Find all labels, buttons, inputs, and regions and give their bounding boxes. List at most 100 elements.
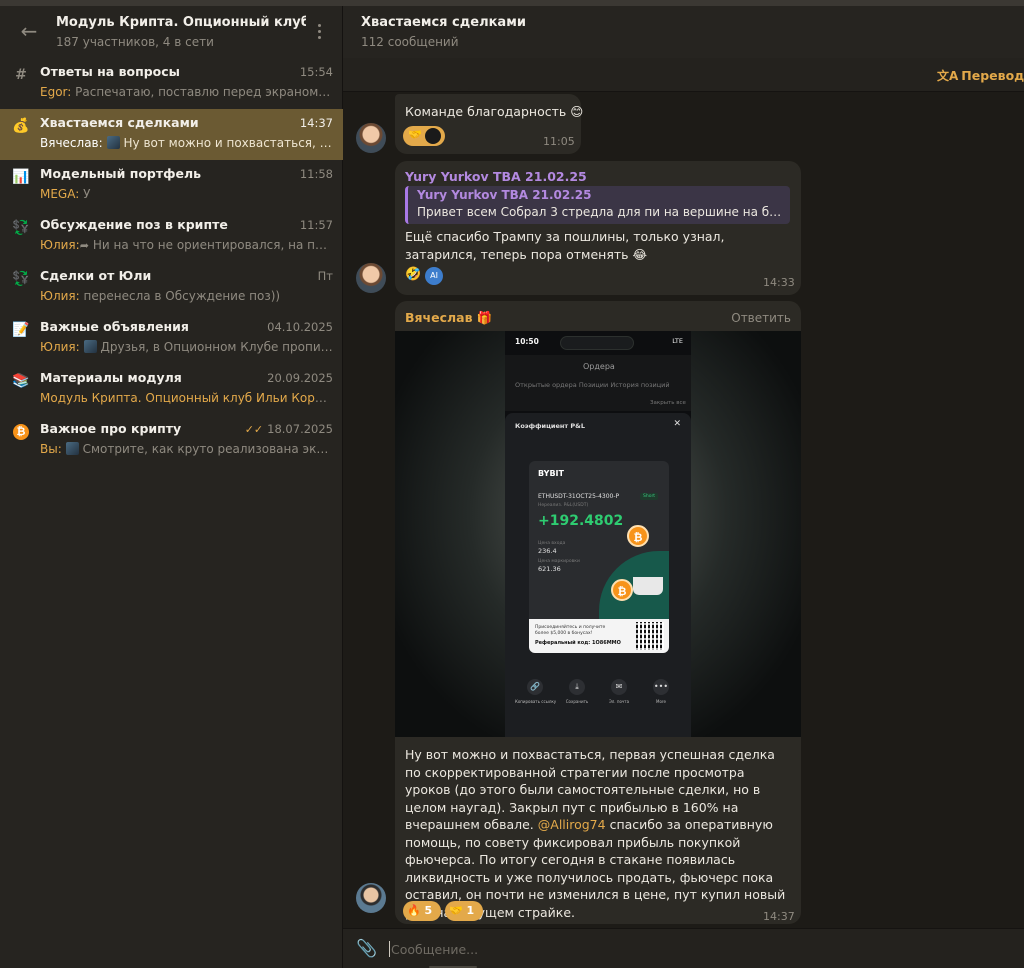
topic-item-crypto-positions[interactable]: 💱 Обсуждение поз в крипте 11:57 Юлия:➦ Ни… (0, 211, 343, 262)
currency-exchange-icon: 💱 (12, 220, 30, 236)
message-bubble[interactable]: Вячеслав 🎁 Ответить 10:50 LTE Ордера Отк… (395, 301, 801, 924)
action-label: Эл. почта (608, 699, 630, 704)
topic-time: Пт (317, 269, 333, 283)
ai-badge-icon: AI (425, 267, 444, 285)
double-check-icon: ✓✓ (244, 423, 264, 436)
back-arrow-icon[interactable]: ← (18, 20, 40, 42)
message-text: Ну вот можно и похвастаться, первая успе… (405, 746, 791, 921)
topic-preview: Юлия: Друзья, в Опционном Клубе прописа.… (40, 340, 333, 354)
action-label: Сохранить (565, 699, 589, 704)
translate-label: Перевод (а (961, 68, 1024, 83)
message-text: Команде благодарность 😊 (405, 104, 584, 119)
bitcoin-coin-icon: ₿ (627, 525, 649, 547)
topics-sidebar: ← Модуль Крипта. Опционный клуб Ил... 18… (0, 6, 343, 968)
message-count: 112 сообщений (361, 35, 459, 49)
hashtag-icon: # (15, 67, 27, 83)
action-label: More (656, 699, 666, 704)
phone-tabs: Открытые ордера Позиции История позиций (515, 381, 670, 389)
reply-quote[interactable]: Yury Yurkov TBA 21.02.25 Привет всем Соб… (405, 186, 790, 224)
topic-item-materials[interactable]: 📚 Материалы модуля 20.09.2025 Модуль Кри… (0, 364, 343, 415)
phone-dynamic-island (560, 336, 634, 350)
preview-sender: MEGA: (40, 187, 80, 201)
translate-button[interactable]: 文AПеревод (а (937, 67, 1024, 84)
preview-text: Распечатаю, поставлю перед экраном, оче.… (75, 85, 333, 99)
entry-label: Цена входа (538, 541, 566, 546)
avatar[interactable] (356, 123, 386, 153)
group-members-count: 187 участников, 4 в сети (56, 35, 214, 49)
topic-item-answers[interactable]: # Ответы на вопросы 15:54 Egor: Распечат… (0, 58, 343, 109)
bybit-logo: BYBIT (538, 469, 564, 478)
preview-sender: Вы: (40, 442, 62, 456)
pnl-label: Нереализ. P&L(USDT) (538, 503, 589, 508)
message-photo[interactable]: 10:50 LTE Ордера Открытые ордера Позиции… (395, 331, 801, 737)
topic-time-value: 18.07.2025 (267, 422, 333, 436)
group-title[interactable]: Модуль Крипта. Опционный клуб Ил... (56, 15, 306, 30)
bitcoin-coin-icon: ₿ (611, 579, 633, 601)
more-menu-icon[interactable] (312, 22, 326, 42)
preview-sender: Юлия: (40, 238, 80, 252)
topic-item-yulia-deals[interactable]: 💱 Сделки от Юли Пт Юлия: перенесла в Обс… (0, 262, 343, 313)
paperclip-icon[interactable]: 📎 (356, 939, 377, 959)
referral-strip: Присоединяйтесь и получите более $5,000 … (529, 619, 669, 653)
topic-time: 15:54 (299, 65, 333, 79)
preview-sender: Юлия: (40, 340, 80, 354)
topic-preview: Юлия: перенесла в Обсуждение поз)) (40, 289, 333, 303)
entry-value: 236.4 (538, 547, 557, 555)
preview-text: Ну вот можно и похвастаться, пер... (123, 136, 334, 150)
topic-item-model-portfolio[interactable]: 📊 Модельный портфель 11:58 MEGA: У (0, 160, 343, 211)
message-input[interactable] (391, 937, 991, 961)
message-author[interactable]: Yury Yurkov TBA 21.02.25 (405, 169, 587, 184)
author-name: Вячеслав (405, 310, 473, 325)
reaction-fire[interactable]: 🔥 5 (403, 901, 441, 921)
chat-title: Хвастаемся сделками (361, 15, 526, 30)
preview-text: Ни на что не ориентировался, на проб... (92, 238, 333, 252)
save-action: ⤓ Сохранить (557, 679, 597, 704)
preview-text: Смотрите, как круто реализована экспи... (82, 442, 333, 456)
reaction-row[interactable]: 🤣 AI (405, 267, 444, 287)
topic-preview: Модуль Крипта. Опционный клуб Ильи Коров… (40, 391, 333, 405)
topic-item-crypto-important[interactable]: ₿ Важное про крипту ✓✓ 18.07.2025 Вы: Смо… (0, 415, 343, 466)
message-bubble[interactable]: Yury Yurkov TBA 21.02.25 Yury Yurkov TBA… (395, 161, 801, 295)
forward-arrow-icon: ➦ (79, 239, 89, 252)
avatar[interactable] (356, 883, 386, 913)
memo-icon: 📝 (12, 322, 30, 338)
reactor-avatar (425, 128, 441, 144)
message-text: Ещё спасибо Трампу за пошлины, только уз… (405, 229, 725, 262)
topic-preview: Вы: Смотрите, как круто реализована эксп… (40, 442, 333, 456)
reaction-handshake[interactable]: 🤝 (403, 126, 445, 146)
topic-name: Важные объявления (40, 319, 189, 334)
handshake-icon: 🤝 (408, 128, 422, 141)
more-dots-icon: ••• (653, 679, 669, 695)
text-cursor (389, 941, 390, 957)
reply-button[interactable]: Ответить (731, 311, 791, 325)
phone-network: LTE (672, 337, 683, 345)
currency-exchange-icon: 💱 (12, 271, 30, 287)
books-icon: 📚 (12, 373, 30, 389)
topic-time: 20.09.2025 (267, 371, 333, 385)
rofl-emoji-icon: 🤣 (405, 267, 422, 282)
topic-preview: Юлия:➦ Ни на что не ориентировался, на пр… (40, 238, 333, 252)
topic-item-announcements[interactable]: 📝 Важные объявления 04.10.2025 Юлия: Дру… (0, 313, 343, 364)
avatar[interactable] (356, 263, 386, 293)
chat-header[interactable]: Хвастаемся сделками 112 сообщений (343, 6, 1024, 58)
more-action: ••• More (641, 679, 681, 704)
bitcoin-icon: ₿ (13, 424, 29, 440)
preview-sender: Вячеслав: (40, 136, 103, 150)
chat-panel: Хвастаемся сделками 112 сообщений 文A Пере… (343, 6, 1024, 968)
phone-title: Ордера (583, 362, 615, 371)
topic-name: Материалы модуля (40, 370, 182, 385)
message-time: 14:33 (763, 276, 795, 289)
topic-item-deals-brag[interactable]: 💰 Хвастаемся сделками 14:37 Вячеслав: Ну… (0, 109, 343, 160)
close-icon: ✕ (673, 419, 681, 429)
message-bubble[interactable]: Команде благодарность 😊 🤝 11:05 (395, 94, 584, 154)
topic-time: 11:57 (299, 218, 333, 232)
qr-code-icon (636, 622, 664, 650)
copy-link-action: 🔗 Копировать ссылку (515, 679, 556, 704)
preview-text: перенесла в Обсуждение поз)) (83, 289, 281, 303)
reaction-handshake[interactable]: 🤝 1 (445, 901, 483, 921)
option-symbol: ETHUSDT-31OCT25-4300-P (538, 493, 620, 500)
topic-name: Ответы на вопросы (40, 64, 180, 79)
message-author[interactable]: Вячеслав 🎁 (405, 310, 492, 326)
mention-link[interactable]: @Allirog74 (538, 817, 606, 832)
mark-value: 621.36 (538, 565, 561, 573)
